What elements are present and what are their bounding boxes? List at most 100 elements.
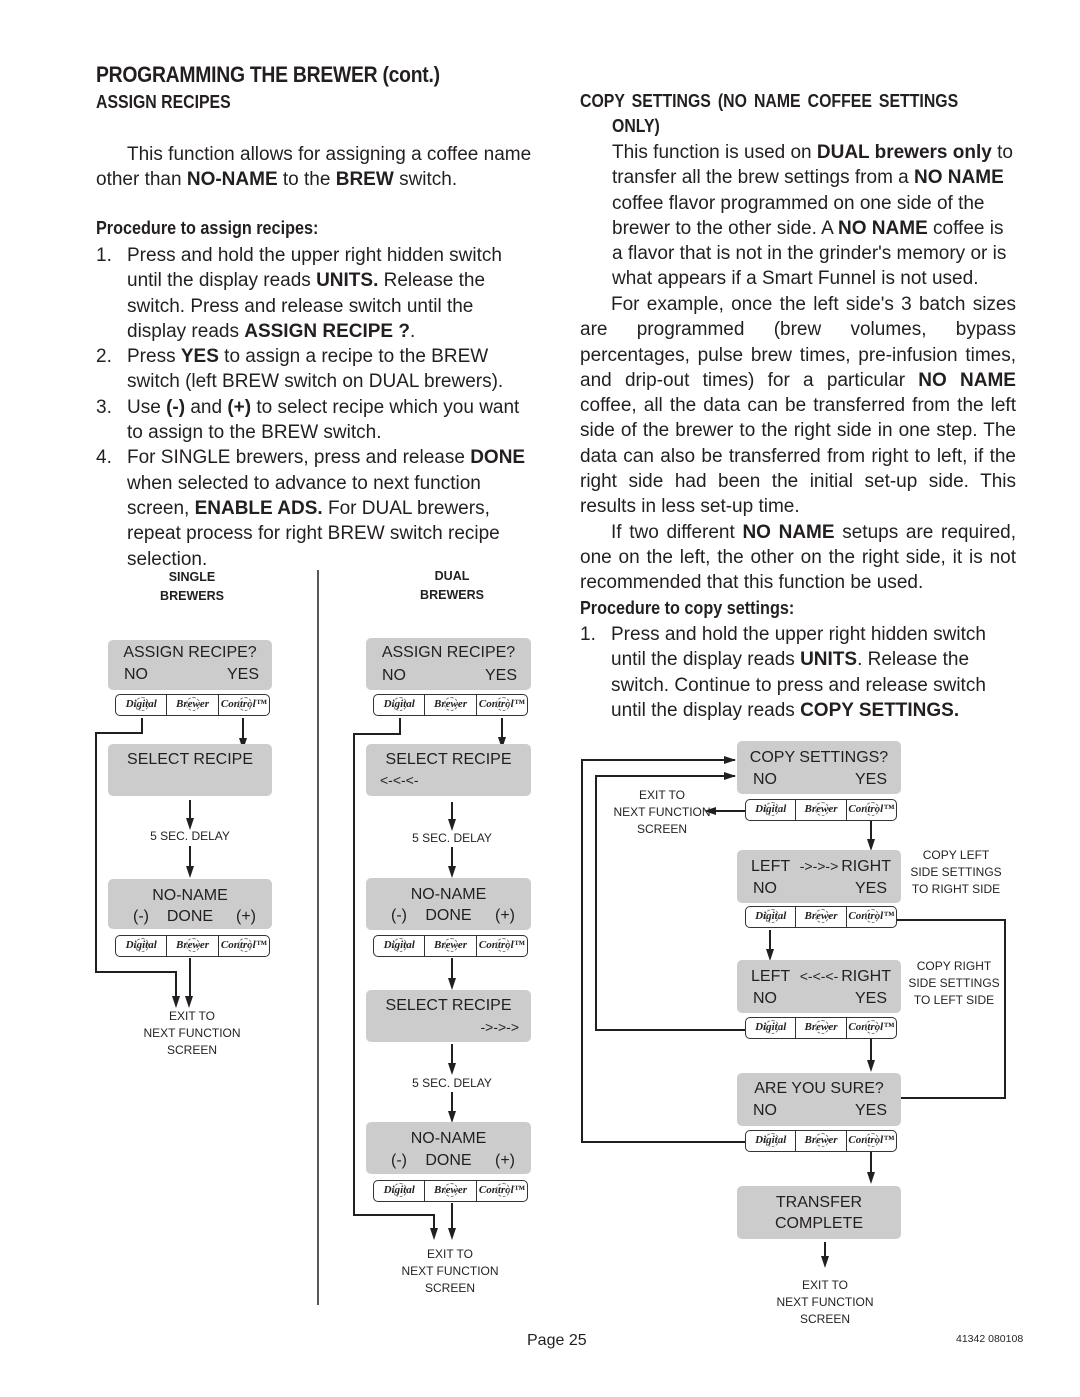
digital-key[interactable]: Digital: [746, 1018, 797, 1038]
brewer-key[interactable]: Brewer: [796, 800, 847, 820]
lcd-are-you-sure: ARE YOU SURE? NO YES: [737, 1073, 901, 1126]
lcd-yes-label: YES: [854, 880, 887, 897]
copy-settings-para1: This function is used on DUAL brewers on…: [612, 140, 1016, 292]
lcd-transfer-complete: TRANSFER COMPLETE: [737, 1186, 901, 1239]
brewer-key[interactable]: Brewer: [425, 936, 477, 956]
para-bold: NO NAME: [742, 521, 835, 543]
exit-line: SCREEN: [636, 822, 687, 836]
step-text: .: [409, 320, 416, 342]
keypad-single-2: Digital Brewer Control™: [115, 935, 270, 957]
para-text: If two different: [611, 521, 743, 543]
lcd-yes-label: YES: [854, 1102, 887, 1119]
delay-label: 5 SEC. DELAY: [412, 1076, 492, 1090]
note-line: TO LEFT SIDE: [913, 993, 995, 1007]
para-text: coffee, all the data can be transferred …: [580, 395, 1016, 518]
brewer-key[interactable]: Brewer: [796, 1131, 847, 1151]
para-bold: NO NAME: [918, 369, 1016, 391]
lcd-no-label: NO: [753, 771, 777, 788]
page-number: Page 25: [527, 1332, 587, 1349]
keypad-dual-2: Digital Brewer Control™: [373, 935, 528, 957]
note-line: SIDE SETTINGS: [908, 976, 1000, 990]
control-key[interactable]: Control™: [477, 936, 527, 956]
lcd-yes-label: YES: [226, 666, 259, 683]
brewer-key[interactable]: Brewer: [167, 695, 219, 715]
digital-key[interactable]: Digital: [116, 695, 168, 715]
control-key[interactable]: Control™: [847, 1018, 896, 1038]
exit-line: NEXT FUNCTION: [613, 805, 711, 819]
lcd-line: NO-NAME: [410, 886, 487, 903]
note-copy-left-to-right: COPY LEFT SIDE SETTINGS TO RIGHT SIDE: [906, 847, 1006, 898]
control-key[interactable]: Control™: [477, 1181, 527, 1201]
control-key[interactable]: Control™: [219, 936, 269, 956]
delay-label: 5 SEC. DELAY: [150, 829, 230, 843]
control-key[interactable]: Control™: [219, 695, 269, 715]
lcd-yes-label: YES: [484, 667, 517, 684]
note-line: COPY RIGHT: [916, 959, 992, 973]
intro-text: switch.: [393, 169, 458, 191]
lcd-arrow-right: ->->->: [480, 1019, 519, 1035]
digital-key[interactable]: Digital: [374, 936, 426, 956]
control-key[interactable]: Control™: [847, 800, 896, 820]
para-bold: NO NAME: [914, 167, 1004, 189]
brewer-key[interactable]: Brewer: [796, 1018, 847, 1038]
digital-key[interactable]: Digital: [374, 1181, 426, 1201]
lcd-noname-single: NO-NAME (-) DONE (+): [108, 879, 272, 929]
exit-label-copy-bottom: EXIT TO NEXT FUNCTION SCREEN: [773, 1277, 877, 1328]
digital-key[interactable]: Digital: [746, 907, 797, 927]
step-bold: UNITS.: [316, 270, 379, 292]
lcd-select-recipe-dual-left: SELECT RECIPE <-<-<-: [366, 744, 531, 796]
step-bold: (-): [166, 396, 186, 418]
keypad-copy-3: Digital Brewer Control™: [745, 1017, 897, 1039]
assign-step-4: 4. For SINGLE brewers, press and release …: [96, 445, 532, 571]
lcd-line: ARE YOU SURE?: [754, 1080, 884, 1097]
lcd-assign-recipe-single: ASSIGN RECIPE? NO YES: [108, 640, 272, 690]
para-text: This function is used on: [612, 142, 817, 163]
control-key[interactable]: Control™: [477, 695, 527, 715]
keypad-copy-4: Digital Brewer Control™: [745, 1130, 897, 1152]
lcd-line: SELECT RECIPE: [385, 997, 512, 1014]
digital-key[interactable]: Digital: [374, 695, 426, 715]
lcd-yes-label: YES: [854, 771, 887, 788]
lcd-no-label: NO: [753, 880, 777, 897]
brewer-key[interactable]: Brewer: [425, 1181, 477, 1201]
brewer-key[interactable]: Brewer: [796, 907, 847, 927]
exit-line: EXIT TO: [168, 1009, 216, 1023]
copy-step-1: 1. Press and hold the upper right hidden …: [580, 622, 1016, 723]
exit-line: EXIT TO: [801, 1278, 849, 1292]
lcd-plus-label: (+): [495, 1152, 515, 1169]
lcd-yes-label: YES: [854, 990, 887, 1007]
caption-line: BREWERS: [420, 588, 484, 602]
copy-steps-list: 1. Press and hold the upper right hidden …: [580, 622, 1016, 723]
brewer-key[interactable]: Brewer: [425, 695, 477, 715]
keypad-dual-1: Digital Brewer Control™: [373, 694, 528, 716]
digital-key[interactable]: Digital: [116, 936, 168, 956]
brewer-key[interactable]: Brewer: [167, 936, 219, 956]
intro-bold-noname: NO-NAME: [186, 169, 278, 191]
dual-brewers-caption: DUAL BREWERS: [402, 567, 502, 605]
digital-key[interactable]: Digital: [746, 1131, 797, 1151]
lcd-line: COMPLETE: [774, 1215, 863, 1232]
exit-line: SCREEN: [424, 1281, 475, 1295]
page-title: PROGRAMMING THE BREWER (cont.): [96, 62, 440, 87]
lcd-arrow-left: <-<-<-: [380, 772, 419, 788]
lcd-left-to-right: LEFT ->->-> RIGHT NO YES: [737, 850, 901, 903]
lcd-no-label: NO: [382, 667, 406, 684]
step-number: 4.: [96, 447, 112, 469]
step-bold: ENABLE ADS.: [194, 497, 323, 519]
control-key[interactable]: Control™: [847, 1131, 896, 1151]
digital-key[interactable]: Digital: [746, 800, 797, 820]
lcd-line: ASSIGN RECIPE?: [123, 644, 257, 661]
copy-settings-heading-cont: ONLY): [612, 116, 660, 136]
keypad-copy-1: Digital Brewer Control™: [745, 799, 897, 821]
step-text: and: [185, 396, 228, 418]
step-text: Use: [127, 396, 167, 418]
lcd-copy-settings: COPY SETTINGS? NO YES: [737, 741, 901, 794]
note-line: COPY LEFT: [922, 848, 990, 862]
exit-label-copy-top: EXIT TO NEXT FUNCTION SCREEN: [610, 787, 714, 838]
control-key[interactable]: Control™: [847, 907, 896, 927]
note-line: SIDE SETTINGS: [910, 865, 1002, 879]
lcd-no-label: NO: [753, 1102, 777, 1119]
lcd-line: NO-NAME: [152, 887, 228, 904]
assign-procedure-heading: Procedure to assign recipes:: [96, 218, 319, 238]
step-number: 2.: [96, 346, 112, 368]
